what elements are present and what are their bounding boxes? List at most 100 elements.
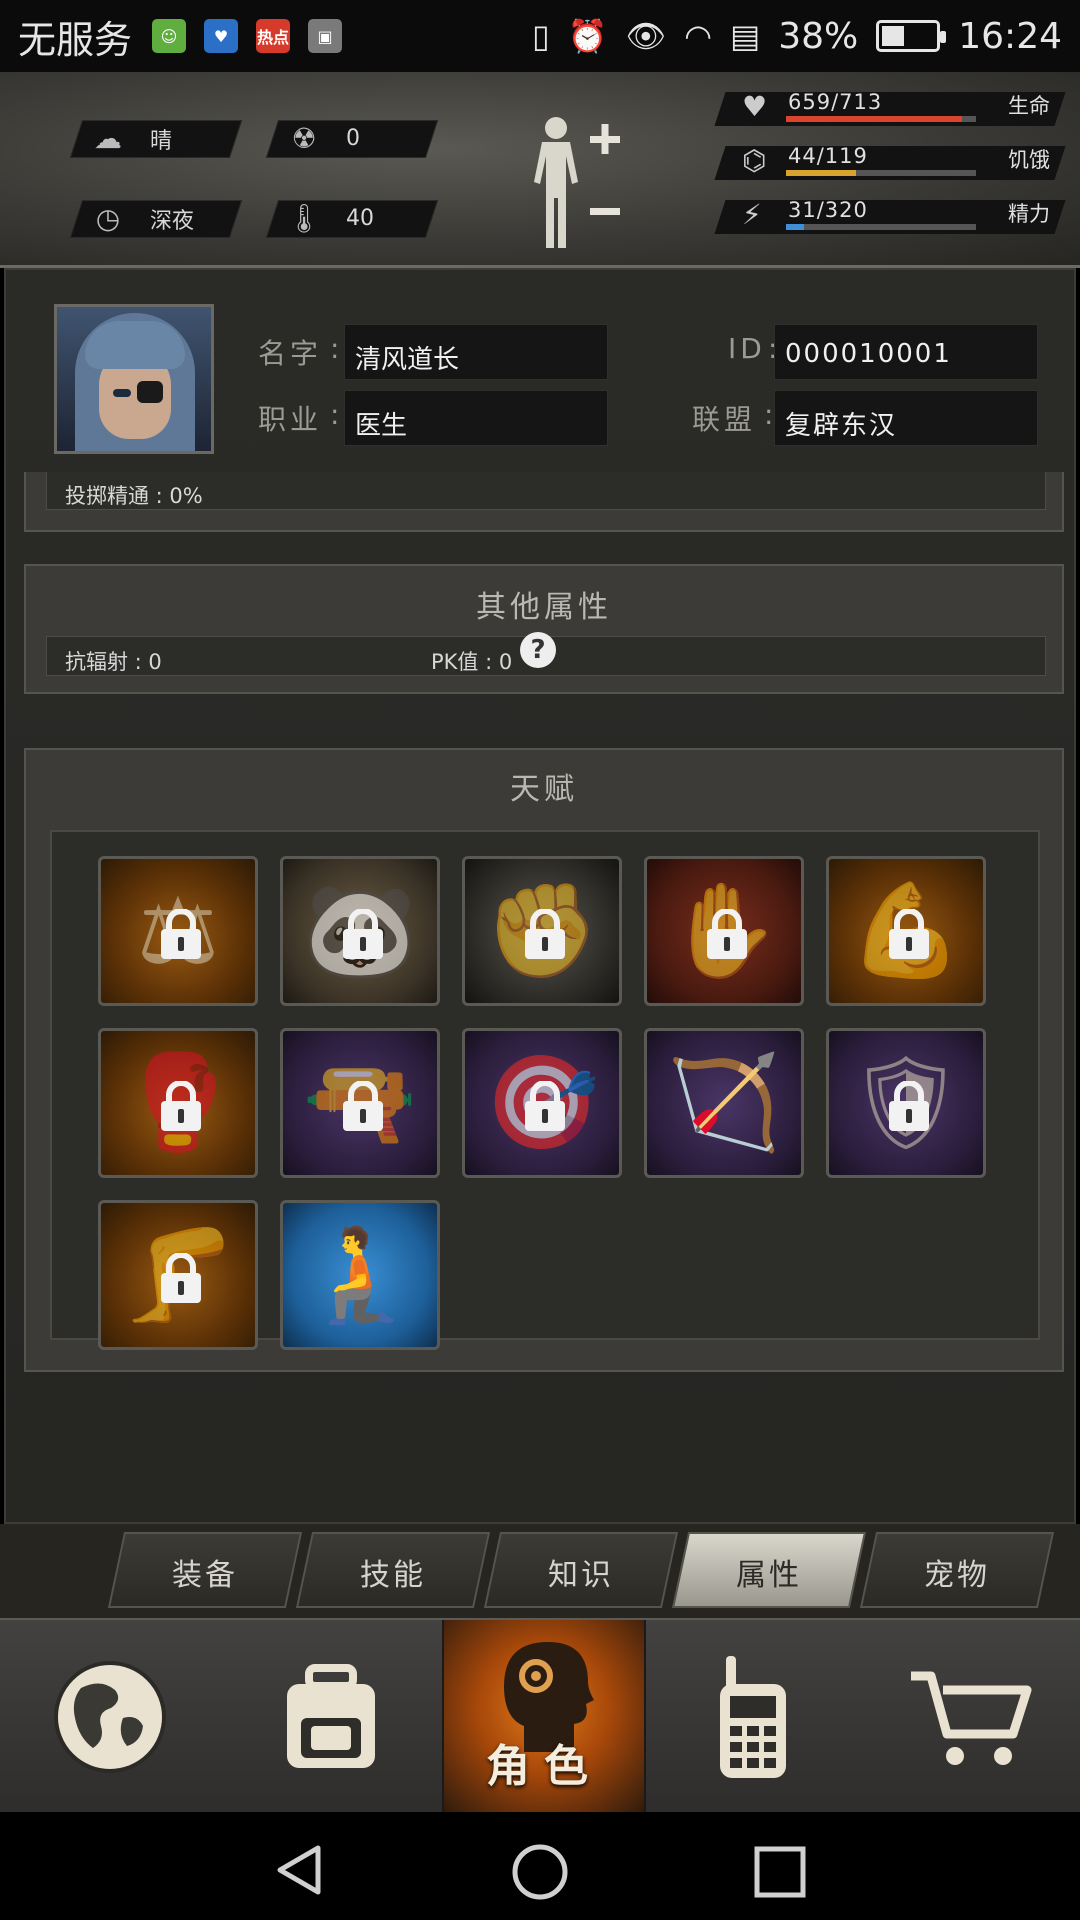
tab-pets-label: 宠物 (924, 1558, 990, 1593)
avatar[interactable] (54, 304, 214, 454)
top-hud: ☁ 晴 ☢ 0 ◷ 深夜 🌡 40 ♥ 659/713 生命 ⌬ 44/119 … (0, 72, 1080, 268)
energy-bar (786, 224, 805, 230)
nav-shop[interactable] (860, 1620, 1080, 1814)
job-colon: : (330, 398, 344, 431)
system-nav-bar (0, 1812, 1080, 1920)
help-icon[interactable]: ? (520, 632, 556, 668)
other-attributes-section: 其他属性 抗辐射 : 0 PK值 : 0 ? (24, 564, 1064, 694)
id-label: ID (728, 332, 766, 365)
lock-icon (161, 909, 201, 959)
weather-cloud-icon: ☁ (94, 122, 122, 155)
lock-icon (343, 909, 383, 959)
shopping-cart-icon (911, 1671, 1032, 1765)
alliance-label: 联盟 (692, 403, 757, 436)
alarm-icon: ⏰ (567, 17, 608, 55)
kick-talent-tile[interactable]: 🦵 (98, 1200, 258, 1350)
lock-icon (525, 909, 565, 959)
talent-grid: ⚖🐼✊✋💪 🥊🔫🎯 🏹 🛡 🦵 🧎 (50, 830, 1040, 1350)
lock-icon (889, 1081, 929, 1131)
hunger-label: 饥饿 (1008, 148, 1050, 172)
id-field: 000010001 (774, 324, 1038, 380)
status-bar: 无服务 ☺ ♥ 热点 ▣ ▯ ⏰ 👁 ◠ ▤ 38% 16:24 (0, 0, 1080, 72)
carrier-text: 无服务 (18, 17, 133, 62)
energy-label: 精力 (1008, 202, 1050, 226)
boxer-talent-tile[interactable]: 🥊 (98, 1028, 258, 1178)
tab-skills-label: 技能 (360, 1558, 426, 1593)
talent-section: 天赋 ⚖🐼✊✋💪 🥊🔫🎯 🏹 🛡 🦵 🧎 (24, 748, 1064, 1372)
nav-character[interactable]: 角色 (442, 1620, 646, 1814)
health-bar (786, 116, 962, 122)
archer-talent-tile[interactable]: 🏹 (644, 1028, 804, 1178)
eyepatch-icon (137, 381, 163, 403)
strongman-talent-tile[interactable]: 💪 (826, 856, 986, 1006)
panda-talent-tile[interactable]: 🐼 (280, 856, 440, 1006)
backpack-icon (287, 1664, 375, 1768)
shield-talent-tile[interactable]: 🛡 (826, 1028, 986, 1178)
other-attributes-title: 其他属性 (476, 590, 612, 625)
temperature-value: 40 (346, 206, 374, 231)
eye-icon: 👁 (625, 17, 667, 55)
clock: 16:24 (958, 15, 1062, 57)
tab-knowledge-label: 知识 (548, 1558, 614, 1593)
walkie-talkie-icon (720, 1656, 786, 1778)
nav-character-label: 角色 (486, 1741, 602, 1792)
health-label: 生命 (1008, 94, 1050, 118)
job-field: 医生 (344, 390, 608, 446)
back-icon[interactable] (272, 1842, 328, 1898)
home-icon[interactable] (510, 1842, 570, 1902)
nav-radio[interactable] (646, 1620, 860, 1814)
lock-icon (525, 1081, 565, 1131)
recents-icon[interactable] (752, 1844, 808, 1900)
archer-talent-icon: 🏹 (666, 1049, 782, 1156)
lock-icon (161, 1081, 201, 1131)
tab-attributes-label: 属性 (736, 1558, 802, 1593)
health-value: 659/713 (788, 90, 883, 114)
nav-world[interactable] (0, 1620, 220, 1814)
sim-icon: ▤ (730, 17, 761, 55)
radiation-value: 0 (346, 126, 360, 151)
vibrate-icon: ▯ (532, 17, 550, 55)
rifle-talent-tile[interactable]: 🎯 (462, 1028, 622, 1178)
energy-stat: ⚡ 31/320 精力 (714, 196, 1066, 236)
talent-title: 天赋 (510, 772, 578, 807)
name-colon: : (330, 332, 344, 365)
wifi-icon: ◠ (684, 17, 712, 55)
brawler-talent-tile[interactable]: ✊ (462, 856, 622, 1006)
heart-icon: ♥ (742, 90, 768, 123)
tab-equipment-label: 装备 (172, 1558, 238, 1593)
globe-icon (54, 1661, 166, 1773)
character-panel: 名字 : 清风道长 ID : 000010001 职业 : 医生 联盟 : 复辟… (4, 268, 1076, 1524)
thermometer-icon: 🌡 (286, 202, 322, 235)
lock-icon (161, 1253, 201, 1303)
health-app-icon: ♥ (204, 19, 239, 53)
radiation-icon: ☢ (291, 122, 317, 155)
name-label: 名字 (258, 337, 323, 370)
pk-value-text: PK值 : 0 (431, 650, 513, 674)
pistol-talent-tile[interactable]: 🔫 (280, 1028, 440, 1178)
hot-news-app-icon: 热点 (256, 19, 291, 53)
porter-talent-tile[interactable]: ⚖ (98, 856, 258, 1006)
throw-mastery-row: 投掷精通 : 0% (46, 472, 1046, 510)
crouch-talent-icon: 🧎 (302, 1221, 418, 1328)
gallery-app-icon: ▣ (308, 19, 343, 53)
hunger-stat: ⌬ 44/119 饥饿 (714, 142, 1066, 182)
hunger-value: 44/119 (788, 144, 868, 168)
sub-tab-bar: 装备 技能 知识 属性 宠物 (0, 1524, 1080, 1618)
time-of-day-text: 深夜 (150, 208, 195, 234)
battery-percent: 38% (778, 15, 859, 57)
contacts-app-icon: ☺ (152, 19, 187, 53)
energy-value: 31/320 (788, 198, 868, 222)
weather-text: 晴 (150, 128, 173, 154)
body-status-figure[interactable] (520, 112, 630, 252)
crouch-talent-tile[interactable]: 🧎 (280, 1200, 440, 1350)
job-label: 职业 (258, 403, 323, 436)
bottom-nav: 角色 (0, 1618, 1080, 1814)
battery-icon (876, 20, 947, 52)
radiation-resist-text: 抗辐射 : 0 (65, 650, 162, 674)
lock-icon (707, 909, 747, 959)
grip-talent-tile[interactable]: ✋ (644, 856, 804, 1006)
nav-backpack[interactable] (220, 1620, 442, 1814)
hunger-bar (786, 170, 857, 176)
clock-icon: ◷ (95, 202, 121, 235)
combat-attributes-section[interactable]: 投掷精通 : 0% (24, 472, 1064, 532)
